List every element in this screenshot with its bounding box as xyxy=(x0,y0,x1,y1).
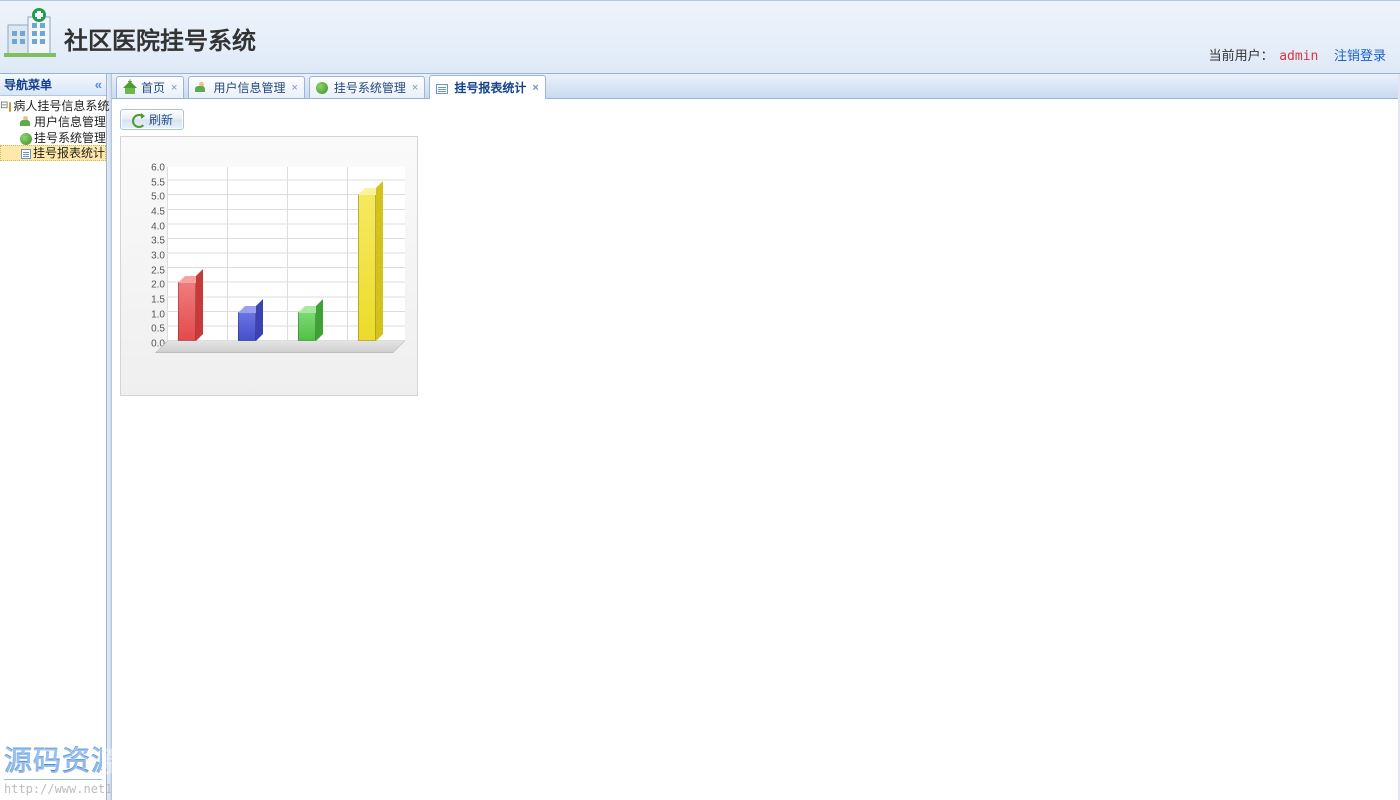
logo-block: 社区医院挂号系统 xyxy=(0,1,1400,73)
user-icon xyxy=(20,116,32,128)
brand-watermark: 源码资源网 xyxy=(4,739,102,780)
tab-user-info[interactable]: 用户信息管理 × xyxy=(188,76,304,98)
tab-label: 挂号报表统计 xyxy=(454,79,526,96)
tab-report[interactable]: 挂号报表统计 × xyxy=(429,75,545,99)
report-icon xyxy=(21,149,31,159)
header-user-area: 当前用户： admin 注销登录 xyxy=(1209,45,1386,64)
tree-root[interactable]: ⊟ 病人挂号信息系统 xyxy=(0,98,106,114)
tree-item-user-info[interactable]: 用户信息管理 xyxy=(0,114,106,130)
y-tick-label: 0.5 xyxy=(151,324,165,335)
logout-link[interactable]: 注销登录 xyxy=(1334,48,1386,63)
world-icon xyxy=(20,133,32,145)
tree-root-label: 病人挂号信息系统 xyxy=(13,98,109,114)
tab-label: 挂号系统管理 xyxy=(334,79,406,96)
main-area: 导航菜单 « ⊟ 病人挂号信息系统 用户信息管理 挂号系统管理 挂号报表统计 xyxy=(0,73,1400,800)
refresh-label: 刷新 xyxy=(149,111,173,128)
tab-label: 首页 xyxy=(141,79,165,96)
close-icon[interactable]: × xyxy=(412,82,418,94)
sidebar-title: 导航菜单 xyxy=(4,76,52,93)
y-tick-label: 4.5 xyxy=(151,207,165,218)
chart-floor xyxy=(155,341,405,353)
world-icon xyxy=(316,82,328,94)
tree-item-label: 挂号报表统计 xyxy=(33,145,105,161)
tab-home[interactable]: + 首页 × xyxy=(116,76,184,98)
tab-label: 用户信息管理 xyxy=(213,79,285,96)
sidebar: 导航菜单 « ⊟ 病人挂号信息系统 用户信息管理 挂号系统管理 挂号报表统计 xyxy=(0,74,107,800)
y-tick-label: 2.0 xyxy=(151,280,165,291)
folder-icon xyxy=(9,102,11,112)
sidebar-footer: 源码资源网 http://www.net188.com xyxy=(4,739,102,796)
y-tick-label: 1.5 xyxy=(151,295,165,306)
tab-body: 刷新 0.00.51.01.52.02.53.03.54.04.55.05.56… xyxy=(112,99,1400,800)
y-tick-label: 2.5 xyxy=(151,265,165,276)
sidebar-header: 导航菜单 « xyxy=(0,74,106,96)
y-tick-label: 5.0 xyxy=(151,192,165,203)
user-icon xyxy=(195,82,207,94)
nav-tree: ⊟ 病人挂号信息系统 用户信息管理 挂号系统管理 挂号报表统计 xyxy=(0,96,106,160)
home-icon: + xyxy=(123,81,137,95)
app-title: 社区医院挂号系统 xyxy=(64,21,256,56)
tree-item-report[interactable]: 挂号报表统计 xyxy=(0,145,106,161)
y-tick-label: 1.0 xyxy=(151,309,165,320)
chart-bar xyxy=(238,312,256,341)
header: 社区医院挂号系统 当前用户： admin 注销登录 xyxy=(0,0,1400,73)
tab-registration[interactable]: 挂号系统管理 × xyxy=(309,76,425,98)
tree-toggle-icon[interactable]: ⊟ xyxy=(0,98,8,114)
close-icon[interactable]: × xyxy=(291,82,297,94)
y-tick-label: 4.0 xyxy=(151,221,165,232)
brand-url: http://www.net188.com xyxy=(4,782,102,796)
tabstrip: + 首页 × 用户信息管理 × 挂号系统管理 × 挂号报表统计 × xyxy=(112,74,1400,99)
close-icon[interactable]: × xyxy=(532,82,538,94)
current-user-name: admin xyxy=(1279,49,1318,64)
tree-item-registration[interactable]: 挂号系统管理 xyxy=(0,130,106,146)
chart-bar xyxy=(358,194,376,341)
y-tick-label: 5.5 xyxy=(151,177,165,188)
y-tick-label: 3.0 xyxy=(151,251,165,262)
refresh-icon xyxy=(131,113,145,127)
chart-y-axis: 0.00.51.01.52.02.53.03.54.04.55.05.56.0 xyxy=(145,167,167,341)
sidebar-collapse-icon[interactable]: « xyxy=(95,77,102,92)
refresh-button[interactable]: 刷新 xyxy=(120,109,184,130)
hospital-icon xyxy=(2,7,58,63)
y-tick-label: 3.5 xyxy=(151,236,165,247)
chart-bar xyxy=(298,312,316,341)
current-user-label: 当前用户： xyxy=(1209,48,1274,63)
close-icon[interactable]: × xyxy=(171,82,177,94)
tree-item-label: 挂号系统管理 xyxy=(34,130,106,146)
y-tick-label: 6.0 xyxy=(151,163,165,174)
chart-bar xyxy=(178,282,196,341)
report-icon xyxy=(436,84,448,94)
content-area: + 首页 × 用户信息管理 × 挂号系统管理 × 挂号报表统计 × xyxy=(112,74,1400,800)
tree-item-label: 用户信息管理 xyxy=(34,114,106,130)
report-chart: 0.00.51.01.52.02.53.03.54.04.55.05.56.0 xyxy=(120,136,418,396)
